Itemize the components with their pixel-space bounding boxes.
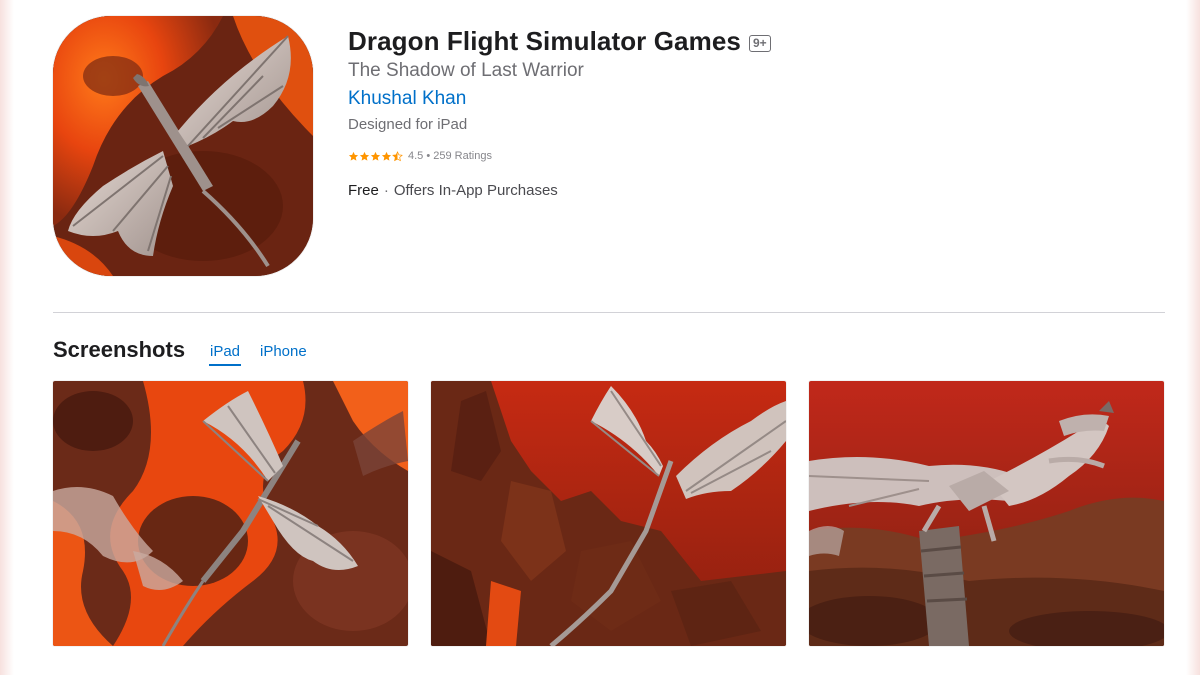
star-icon bbox=[359, 151, 370, 161]
price-separator: · bbox=[383, 182, 389, 199]
app-title: Dragon Flight Simulator Games bbox=[348, 26, 741, 56]
price: Free bbox=[348, 182, 379, 199]
dragon-icon-artwork bbox=[53, 16, 313, 276]
screenshot-2-image bbox=[431, 381, 786, 646]
screenshot-2[interactable] bbox=[431, 381, 786, 646]
screenshot-3[interactable] bbox=[809, 381, 1164, 646]
price-row: Free · Offers In-App Purchases bbox=[348, 182, 558, 199]
developer-link[interactable]: Khushal Khan bbox=[348, 88, 466, 110]
section-divider bbox=[53, 312, 1165, 313]
in-app-purchases-label: Offers In-App Purchases bbox=[393, 182, 558, 199]
rating-row: 4.5 • 259 Ratings bbox=[348, 150, 492, 162]
tab-ipad[interactable]: iPad bbox=[210, 343, 240, 360]
half-star-icon bbox=[392, 150, 403, 161]
screenshot-1-image bbox=[53, 381, 408, 646]
tab-iphone[interactable]: iPhone bbox=[260, 343, 307, 360]
rating-text: 4.5 • 259 Ratings bbox=[408, 150, 492, 162]
screenshot-3-image bbox=[809, 381, 1164, 646]
app-subtitle: The Shadow of Last Warrior bbox=[348, 60, 584, 81]
screenshots-heading: Screenshots bbox=[53, 337, 186, 362]
star-icon bbox=[381, 151, 392, 161]
screenshot-1[interactable] bbox=[53, 381, 408, 646]
title-row: Dragon Flight Simulator Games 9+ bbox=[348, 26, 771, 57]
designed-for-label: Designed for iPad bbox=[348, 116, 468, 133]
star-icon bbox=[348, 151, 359, 161]
star-icon bbox=[370, 151, 381, 161]
right-edge-shade bbox=[1186, 0, 1200, 675]
left-edge-shade bbox=[0, 0, 14, 675]
app-icon bbox=[53, 16, 313, 276]
star-rating bbox=[348, 150, 403, 162]
tab-selected-indicator bbox=[209, 364, 241, 366]
app-store-page: Dragon Flight Simulator Games 9+ The Sha… bbox=[0, 0, 1200, 675]
age-rating-badge: 9+ bbox=[748, 35, 771, 52]
